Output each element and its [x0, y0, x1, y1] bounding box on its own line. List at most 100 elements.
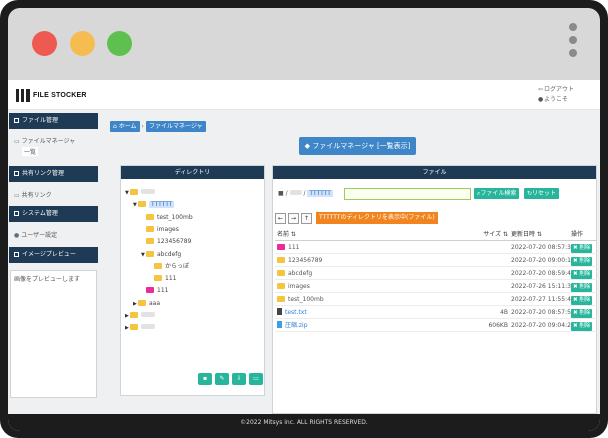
folder-button[interactable]: ▭ — [249, 373, 263, 385]
delete-button[interactable]: ✖ 削除 — [571, 309, 593, 318]
file-search-input[interactable] — [344, 188, 471, 200]
folder-icon — [146, 238, 154, 245]
delete-button[interactable]: ✖ 削除 — [571, 270, 593, 279]
file-name: abcdefg — [288, 270, 313, 277]
tree-item[interactable]: からっぽ — [149, 262, 189, 271]
forward-button[interactable]: → — [288, 213, 299, 224]
table-row[interactable]: 123456789 2022-07-20 09:00:19 ✖ 削除 — [275, 255, 597, 267]
path-bar: ■ / / TTTTTT — [278, 190, 333, 197]
delete-button[interactable]: ✖ 削除 — [571, 244, 593, 253]
zip-file-icon — [277, 321, 282, 328]
footer: ©2022 Mitsys inc. ALL RIGHTS RESERVED. — [8, 414, 600, 431]
logo-text: FILE STOCKER — [33, 92, 87, 99]
tree-item[interactable]: 111 — [149, 274, 176, 283]
col-op: 操作 — [571, 231, 584, 238]
folder-icon — [154, 262, 162, 269]
folder-icon — [277, 270, 285, 276]
file-icon: ▭ — [14, 138, 20, 145]
app-window: FILE STOCKER ⇦ログアウト ●ようこそ ファイル管理 ▭ ファイルマネ… — [8, 80, 600, 431]
tree-item-label: 111 — [157, 287, 169, 295]
table-row[interactable]: 圧縮.zip 606KB 2022-07-20 09:04:27 ✖ 削除 — [275, 320, 597, 332]
table-row[interactable]: test.txt 4B 2022-07-20 08:57:54 ✖ 削除 — [275, 307, 597, 319]
file-name-cell[interactable]: test_100mb — [277, 294, 324, 306]
sidebar-header-share[interactable]: 共有リンク管理 — [9, 166, 98, 182]
delete-label: 削除 — [579, 271, 591, 277]
sidebar-header-system[interactable]: システム管理 — [9, 206, 98, 222]
file-panel-title: ファイル — [273, 166, 596, 179]
show-dir-button[interactable]: TTTTTTのディレクトリを表示中(ファイル) — [316, 212, 438, 224]
file-name: test.txt — [285, 309, 307, 316]
file-name-cell[interactable]: 123456789 — [277, 255, 322, 267]
sidebar-header-file[interactable]: ファイル管理 — [9, 113, 98, 129]
maximize-window-button[interactable] — [107, 31, 132, 56]
file-name-cell[interactable]: abcdefg — [277, 268, 312, 280]
file-date: 2022-07-27 11:55:41 — [511, 296, 575, 303]
tree-item-label: abcdefg — [157, 250, 182, 258]
tree-item-label: からっぽ — [165, 262, 190, 270]
new-folder-button[interactable]: ▪ — [198, 373, 212, 385]
file-name: images — [288, 283, 310, 290]
tree-item[interactable]: test_100mb — [141, 213, 193, 222]
tree-item-label: TTTTTT — [149, 201, 175, 209]
file-panel: ファイル ■ / / TTTTTT ⌕ファイル検索 ↻リセット ← → ↑ TT… — [272, 165, 597, 414]
col-date[interactable]: 更新日時 ⇅ — [511, 229, 542, 241]
rename-button[interactable]: ✎ — [215, 373, 229, 385]
close-window-button[interactable] — [32, 31, 57, 56]
file-name-cell[interactable]: images — [277, 281, 310, 293]
delete-button[interactable]: ✖ 削除 — [571, 283, 593, 292]
sidebar-item-list[interactable]: 一覧 — [22, 147, 39, 156]
folder-icon — [130, 189, 138, 195]
tree-item[interactable]: ▼ — [125, 188, 155, 198]
delete-label: 削除 — [579, 310, 591, 316]
delete-button[interactable]: ✖ 削除 — [571, 322, 593, 331]
tree-item[interactable]: images — [141, 225, 179, 234]
logo[interactable]: FILE STOCKER — [16, 89, 87, 102]
file-name-cell[interactable]: test.txt — [277, 307, 307, 319]
file-search-button[interactable]: ⌕ファイル検索 — [474, 188, 520, 199]
up-button[interactable]: ↑ — [301, 213, 312, 224]
tree-item[interactable]: ▶ — [125, 311, 155, 321]
upload-button[interactable]: ⇩ — [232, 373, 246, 385]
delete-label: 削除 — [579, 284, 591, 290]
users-icon: ● — [14, 232, 20, 239]
logout-link[interactable]: ⇦ログアウト — [538, 85, 574, 95]
main-content: ⌂ ホーム › ファイルマネージャ ◆ ファイルマネージャ [一覧表示] ディレ… — [102, 110, 600, 414]
table-row[interactable]: 111 2022-07-20 08:57:32 ✖ 削除 — [275, 242, 597, 254]
breadcrumb-home[interactable]: ⌂ ホーム — [110, 121, 140, 132]
file-table-header: 名前 ⇅ サイズ ⇅ 更新日時 ⇅ 操作 — [275, 229, 597, 241]
tree-item-label: test_100mb — [157, 213, 193, 221]
col-name[interactable]: 名前 ⇅ — [277, 229, 296, 241]
tree-item[interactable]: 123456789 — [141, 237, 191, 246]
folder-icon — [277, 283, 285, 289]
blurred-name — [141, 324, 155, 330]
sidebar: ファイル管理 ▭ ファイルマネージャ 一覧 共有リンク管理 ▭ 共有リンク システム… — [8, 110, 102, 414]
sidebar-item-filemanager[interactable]: ▭ ファイルマネージャ — [14, 136, 75, 145]
breadcrumb-filemanager[interactable]: ファイルマネージャ — [145, 121, 206, 132]
delete-button[interactable]: ✖ 削除 — [571, 257, 593, 266]
table-row[interactable]: images 2022-07-26 15:11:33 ✖ 削除 — [275, 281, 597, 293]
delete-button[interactable]: ✖ 削除 — [571, 296, 593, 305]
back-button[interactable]: ← — [275, 213, 286, 224]
tree-item[interactable]: ▼ TTTTTT — [133, 200, 175, 210]
tree-item[interactable]: ▼ abcdefg — [141, 250, 181, 260]
folder-icon — [146, 225, 154, 232]
sidebar-header-preview[interactable]: イメージプレビュー — [9, 247, 98, 263]
tree-item[interactable]: 111 — [141, 286, 168, 295]
sidebar-item-sharelink[interactable]: ▭ 共有リンク — [14, 190, 52, 199]
file-name-cell[interactable]: 圧縮.zip — [277, 320, 308, 332]
file-name-cell[interactable]: 111 — [277, 242, 299, 254]
square-icon — [14, 211, 19, 216]
tree-item[interactable]: ▶ aaa — [133, 299, 160, 309]
reset-button[interactable]: ↻リセット — [524, 188, 560, 199]
current-dir[interactable]: TTTTTT — [307, 190, 333, 197]
sidebar-item-usersettings[interactable]: ● ユーザー設定 — [14, 230, 57, 239]
minimize-window-button[interactable] — [70, 31, 95, 56]
folder-icon — [154, 275, 162, 282]
col-size[interactable]: サイズ ⇅ — [478, 229, 508, 241]
kebab-menu-icon[interactable] — [569, 23, 577, 61]
square-icon — [14, 171, 19, 176]
table-row[interactable]: test_100mb 2022-07-27 11:55:41 ✖ 削除 — [275, 294, 597, 306]
tree-item[interactable]: ▶ — [125, 323, 155, 333]
window-chrome — [8, 8, 600, 80]
table-row[interactable]: abcdefg 2022-07-20 08:59:43 ✖ 削除 — [275, 268, 597, 280]
